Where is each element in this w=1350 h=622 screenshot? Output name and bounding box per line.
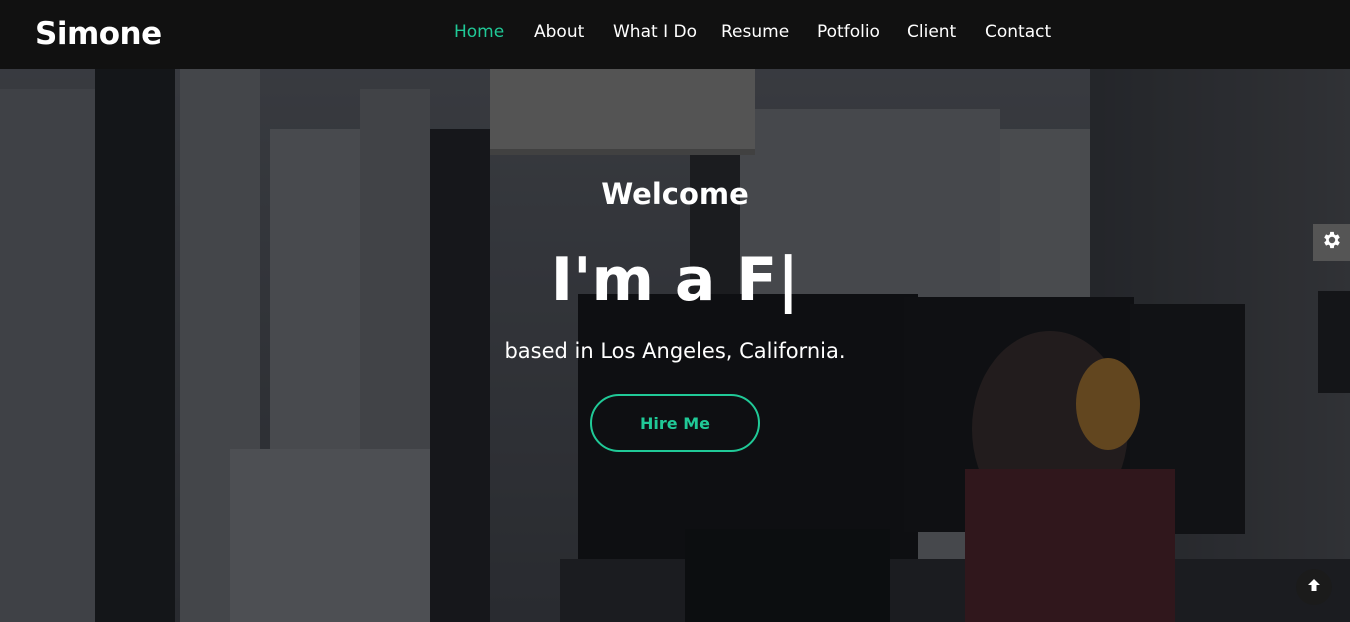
nav-item-client[interactable]: Client xyxy=(907,22,956,42)
hire-me-button[interactable]: Hire Me xyxy=(590,394,760,452)
nav-item-portfolio[interactable]: Potfolio xyxy=(817,22,880,42)
arrow-up-icon xyxy=(1306,577,1322,598)
hero-content: Welcome I'm a F| based in Los Angeles, C… xyxy=(0,69,1350,622)
hero-subline: based in Los Angeles, California. xyxy=(504,339,846,363)
hero-welcome: Welcome xyxy=(601,177,749,211)
main-nav: Home About What I Do Resume Potfolio Cli… xyxy=(0,22,1350,46)
hero-section: Welcome I'm a F| based in Los Angeles, C… xyxy=(0,69,1350,622)
nav-item-resume[interactable]: Resume xyxy=(721,22,789,42)
gear-icon xyxy=(1321,229,1343,256)
nav-item-about[interactable]: About xyxy=(534,22,584,42)
nav-item-contact[interactable]: Contact xyxy=(985,22,1051,42)
back-to-top-button[interactable] xyxy=(1296,569,1332,605)
nav-item-home[interactable]: Home xyxy=(454,22,504,42)
nav-item-what-i-do[interactable]: What I Do xyxy=(613,22,697,42)
navbar: Simone Home About What I Do Resume Potfo… xyxy=(0,0,1350,69)
hero-headline: I'm a F| xyxy=(550,245,800,315)
settings-toggle-button[interactable] xyxy=(1313,224,1350,261)
